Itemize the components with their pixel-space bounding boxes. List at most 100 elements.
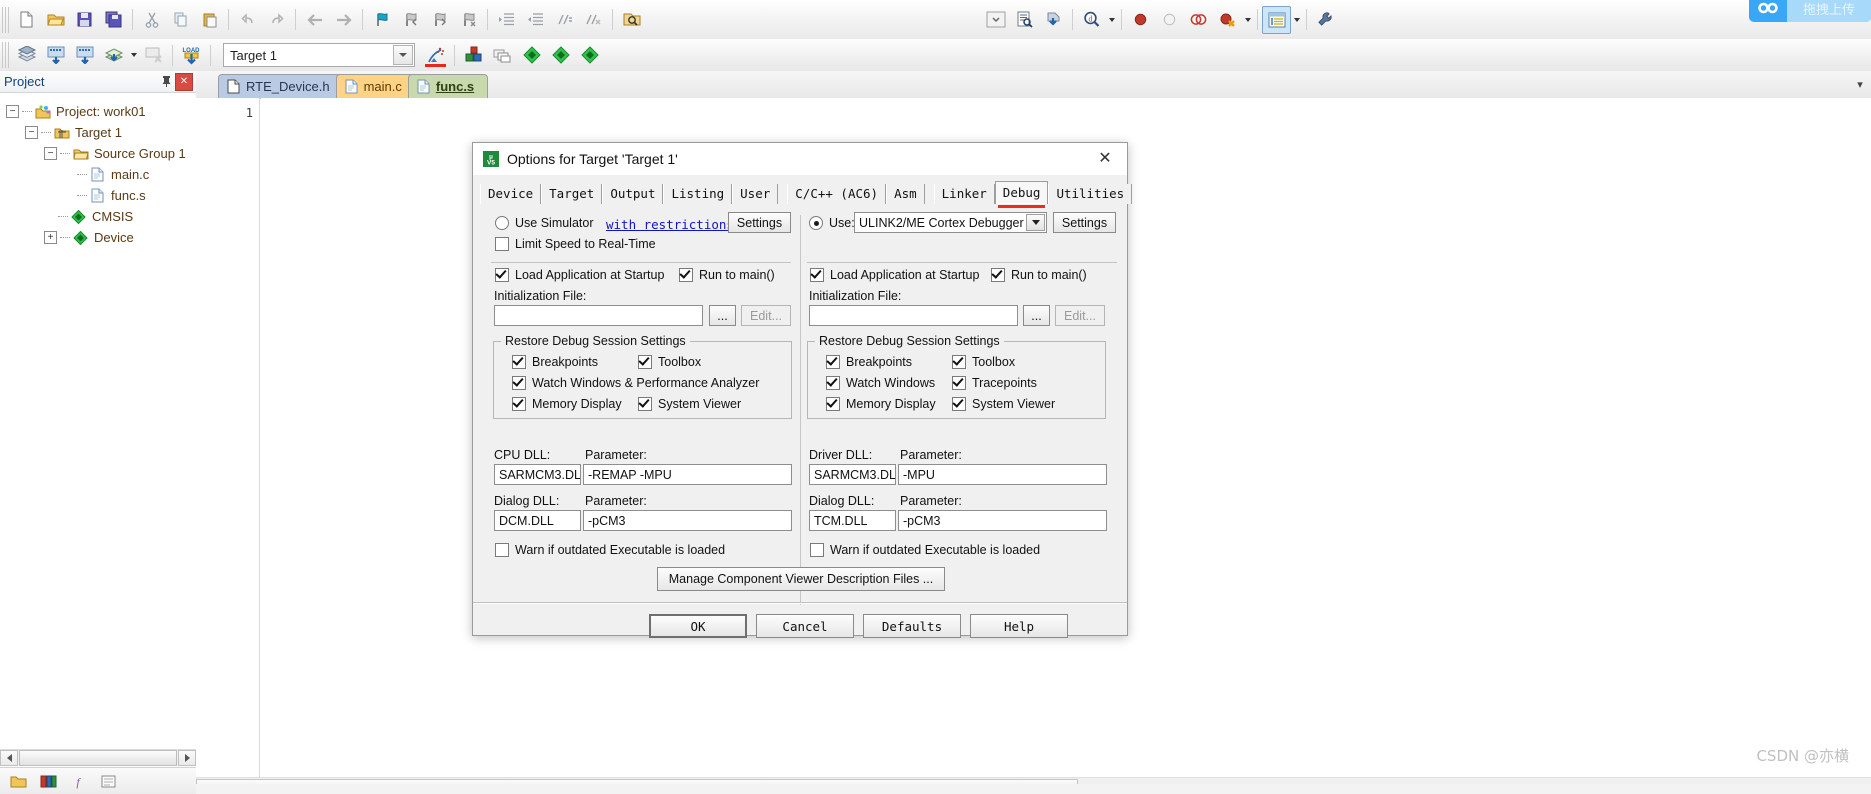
- tab-books-icon[interactable]: [38, 772, 58, 790]
- dialog-title-bar[interactable]: µ V5 Options for Target 'Target 1' ✕: [473, 143, 1127, 175]
- limit-speed-checkbox[interactable]: Limit Speed to Real-Time: [495, 237, 656, 251]
- target-options-icon[interactable]: [421, 41, 450, 69]
- bookmark-toggle-icon[interactable]: [367, 6, 396, 34]
- restore-memory-display-right[interactable]: Memory Display: [826, 397, 936, 411]
- tree-item-cmsis[interactable]: CMSIS: [6, 206, 196, 227]
- init-file-edit-button-left[interactable]: Edit...: [741, 305, 791, 326]
- batch-build-icon[interactable]: [99, 41, 128, 69]
- tab-listing[interactable]: Listing: [663, 184, 733, 204]
- tab-templates-icon[interactable]: [98, 772, 118, 790]
- build-target-icon[interactable]: [41, 41, 70, 69]
- rebuild-icon[interactable]: [70, 41, 99, 69]
- project-window-dropdown-caret[interactable]: [1291, 7, 1302, 33]
- upload-badge[interactable]: 拖拽上传: [1749, 0, 1871, 22]
- configure-icon[interactable]: [1311, 6, 1340, 34]
- tree-item-main-c[interactable]: main.c: [6, 164, 196, 185]
- toolbar-grip[interactable]: [2, 6, 9, 33]
- breakpoint-icon[interactable]: [1126, 6, 1155, 34]
- tree-item-func-s[interactable]: func.s: [6, 185, 196, 206]
- cpu-parameter-input[interactable]: -REMAP -MPU: [583, 464, 792, 485]
- restore-watch-windows-right[interactable]: Watch Windows: [826, 376, 935, 390]
- editor-tab-rte-device-h[interactable]: RTE_Device.h: [218, 74, 344, 98]
- project-horizontal-scrollbar[interactable]: [0, 749, 196, 766]
- editor-tab-func-s[interactable]: func.s: [407, 74, 489, 98]
- breakpoint-kill-all-icon[interactable]: [1213, 6, 1242, 34]
- restore-toolbox-left[interactable]: Toolbox: [638, 355, 701, 369]
- init-file-browse-button-right[interactable]: ...: [1023, 305, 1050, 326]
- tab-linker[interactable]: Linker: [933, 184, 995, 204]
- tab-device[interactable]: Device: [480, 184, 542, 204]
- run-to-main-checkbox-right[interactable]: Run to main(): [991, 268, 1087, 282]
- load-icon[interactable]: LOAD: [177, 41, 206, 69]
- pack-installer-icon[interactable]: [517, 41, 546, 69]
- tab-output[interactable]: Output: [602, 184, 664, 204]
- copy-icon[interactable]: [166, 6, 195, 34]
- tree-item-source-group[interactable]: − Source Group 1: [6, 143, 196, 164]
- new-file-icon[interactable]: [12, 6, 41, 34]
- breakpoint-disable-icon[interactable]: [1155, 6, 1184, 34]
- manage-component-viewer-button[interactable]: Manage Component Viewer Description File…: [657, 567, 945, 591]
- load-app-startup-checkbox-right[interactable]: Load Application at Startup: [810, 268, 979, 282]
- project-window-icon[interactable]: [1262, 5, 1291, 34]
- tab-project-icon[interactable]: [8, 772, 28, 790]
- debugger-settings-button[interactable]: Settings: [1053, 212, 1116, 233]
- text-search-icon[interactable]: [1010, 6, 1039, 34]
- open-file-icon[interactable]: [41, 6, 70, 34]
- restore-memory-display-left[interactable]: Memory Display: [512, 397, 622, 411]
- cancel-button[interactable]: Cancel: [756, 614, 854, 638]
- ok-button[interactable]: OK: [649, 614, 747, 638]
- tree-item-target[interactable]: − Target 1: [6, 122, 196, 143]
- chevron-down-icon[interactable]: [1026, 214, 1045, 231]
- stop-build-icon[interactable]: [139, 41, 168, 69]
- warn-outdated-checkbox-right[interactable]: Warn if outdated Executable is loaded: [810, 543, 1040, 557]
- defaults-button[interactable]: Defaults: [863, 614, 961, 638]
- expander-icon[interactable]: −: [44, 147, 57, 160]
- debugger-select[interactable]: ULINK2/ME Cortex Debugger: [854, 212, 1047, 233]
- scroll-right-icon[interactable]: [178, 750, 196, 766]
- batch-build-caret[interactable]: [128, 42, 139, 68]
- undo-icon[interactable]: [233, 6, 262, 34]
- target-selector-arrow[interactable]: [393, 45, 413, 65]
- restore-system-viewer-left[interactable]: System Viewer: [638, 397, 741, 411]
- paste-icon[interactable]: [195, 6, 224, 34]
- expander-icon[interactable]: −: [6, 105, 19, 118]
- download-icon[interactable]: [1039, 6, 1068, 34]
- tab-target[interactable]: Target: [541, 184, 603, 204]
- bookmark-prev-icon[interactable]: [396, 6, 425, 34]
- dialog-dll-input-left[interactable]: DCM.DLL: [494, 510, 581, 531]
- find-in-files-icon[interactable]: [617, 6, 646, 34]
- pack-installer2-icon[interactable]: [546, 41, 575, 69]
- multi-project-icon[interactable]: [488, 41, 517, 69]
- save-all-icon[interactable]: [99, 6, 128, 34]
- pin-icon[interactable]: [158, 73, 174, 89]
- dialog-parameter-input-right[interactable]: -pCM3: [898, 510, 1107, 531]
- restore-breakpoints-left[interactable]: Breakpoints: [512, 355, 598, 369]
- driver-parameter-input[interactable]: -MPU: [898, 464, 1107, 485]
- with-restrictions-link[interactable]: with restrictions: [606, 217, 734, 232]
- forward-arrow-icon[interactable]: [329, 6, 358, 34]
- restore-toolbox-right[interactable]: Toolbox: [952, 355, 1015, 369]
- tab-utilities[interactable]: Utilities: [1048, 184, 1133, 204]
- tab-c-cpp[interactable]: C/C++ (AC6): [787, 184, 887, 204]
- editor-tab-overflow-icon[interactable]: ▾: [1853, 77, 1867, 91]
- editor-tab-main-c[interactable]: main.c: [335, 74, 416, 98]
- redo-icon[interactable]: [262, 6, 291, 34]
- tree-item-project[interactable]: − Project: work01: [6, 101, 196, 122]
- cpu-dll-input[interactable]: SARMCM3.DLL: [494, 464, 581, 485]
- load-app-startup-checkbox-left[interactable]: Load Application at Startup: [495, 268, 664, 282]
- dialog-parameter-input-left[interactable]: -pCM3: [583, 510, 792, 531]
- restore-tracepoints-right[interactable]: Tracepoints: [952, 376, 1037, 390]
- tree-item-device[interactable]: + Device: [6, 227, 196, 248]
- indent-icon[interactable]: [492, 6, 521, 34]
- magnifier-dropdown-caret[interactable]: [1106, 7, 1117, 33]
- scrollbar-thumb[interactable]: [19, 750, 177, 766]
- tab-debug[interactable]: Debug: [994, 181, 1049, 208]
- bookmark-next-icon[interactable]: [425, 6, 454, 34]
- breakpoint-dropdown-caret[interactable]: [1242, 7, 1253, 33]
- expander-icon[interactable]: −: [25, 126, 38, 139]
- outdent-icon[interactable]: [521, 6, 550, 34]
- driver-dll-input[interactable]: SARMCM3.DLL: [809, 464, 896, 485]
- toolbar-grip-2[interactable]: [2, 42, 9, 68]
- restore-watch-windows-left[interactable]: Watch Windows & Performance Analyzer: [512, 376, 759, 390]
- help-button[interactable]: Help: [970, 614, 1068, 638]
